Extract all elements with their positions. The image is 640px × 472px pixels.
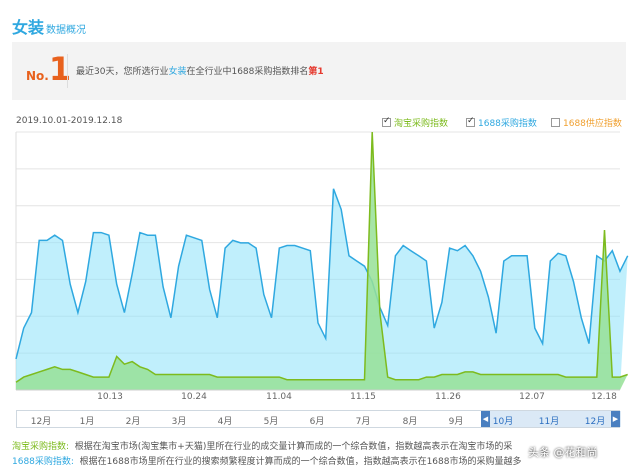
- x-tick: 10.24: [181, 392, 207, 402]
- navigator-right-handle[interactable]: ▶: [611, 411, 620, 427]
- x-tick: 11.15: [350, 392, 376, 402]
- rank-badge: No.1: [26, 50, 71, 88]
- series-area: [16, 188, 628, 390]
- rank-text-category: 女装: [168, 67, 187, 77]
- nav-month: 11月: [538, 417, 560, 427]
- category-title: 女装: [12, 18, 45, 37]
- nav-month: 10月: [492, 417, 514, 427]
- index-chart: [15, 131, 629, 391]
- rank-divider: [67, 54, 68, 88]
- range-navigator[interactable]: ◀ ▶ 12月 1月 2月 3月 4月 5月 6月 7月 8月 9月 10月 1…: [16, 410, 621, 428]
- x-axis-ticks: 10.13 10.24 11.04 11.15 11.26 12.07 12.1…: [0, 392, 640, 406]
- note-taobao-text: 根据在淘宝市场(淘宝集市+天猫)里所在行业的成交量计算而成的一个综合数值，指数越…: [74, 442, 513, 452]
- nav-month: 2月: [125, 417, 141, 427]
- page-title: 女装 数据概况: [12, 14, 86, 38]
- x-tick: 10.13: [97, 392, 123, 402]
- x-tick: 11.04: [266, 392, 292, 402]
- note-1688-label: 1688采购指数:: [12, 457, 74, 467]
- checkbox-icon[interactable]: [551, 118, 560, 127]
- x-tick: 11.26: [435, 392, 461, 402]
- rank-description: 最近30天，您所选行业女装在全行业中1688采购指数排名第1: [76, 64, 324, 77]
- rank-text-position: 第1: [308, 67, 324, 77]
- note-taobao-label: 淘宝采购指数:: [12, 442, 70, 452]
- checkbox-icon[interactable]: [466, 116, 475, 127]
- checkbox-icon[interactable]: [382, 116, 391, 127]
- nav-month: 6月: [309, 417, 325, 427]
- nav-month: 1月: [79, 417, 95, 427]
- x-tick: 12.07: [519, 392, 545, 402]
- nav-month: 12月: [30, 417, 52, 427]
- nav-month: 12月: [584, 417, 606, 427]
- nav-month: 4月: [217, 417, 233, 427]
- rank-text-a: 最近30天，您所选行业: [76, 67, 169, 77]
- nav-month: 9月: [448, 417, 464, 427]
- rank-text-b: 在全行业中1688采购指数排名: [186, 67, 309, 77]
- rank-prefix: No.: [26, 69, 49, 83]
- nav-month: 3月: [171, 417, 187, 427]
- navigator-left-handle[interactable]: ◀: [481, 411, 490, 427]
- nav-month: 8月: [402, 417, 418, 427]
- note-1688-text: 根据在1688市场里所在行业的搜索频繁程度计算而成的一个综合数值，指数越高表示在…: [79, 457, 522, 467]
- watermark: 头条 @花和尚: [528, 446, 598, 459]
- page-root: 女装 数据概况 No.1 最近30天，您所选行业女装在全行业中1688采购指数排名…: [0, 0, 640, 472]
- nav-month: 7月: [355, 417, 371, 427]
- date-range: 2019.10.01-2019.12.18: [16, 116, 123, 126]
- section-title: 数据概况: [46, 25, 87, 36]
- nav-month: 5月: [263, 417, 279, 427]
- x-tick: 12.18: [591, 392, 617, 402]
- rank-banner: No.1 最近30天，您所选行业女装在全行业中1688采购指数排名第1: [12, 42, 626, 100]
